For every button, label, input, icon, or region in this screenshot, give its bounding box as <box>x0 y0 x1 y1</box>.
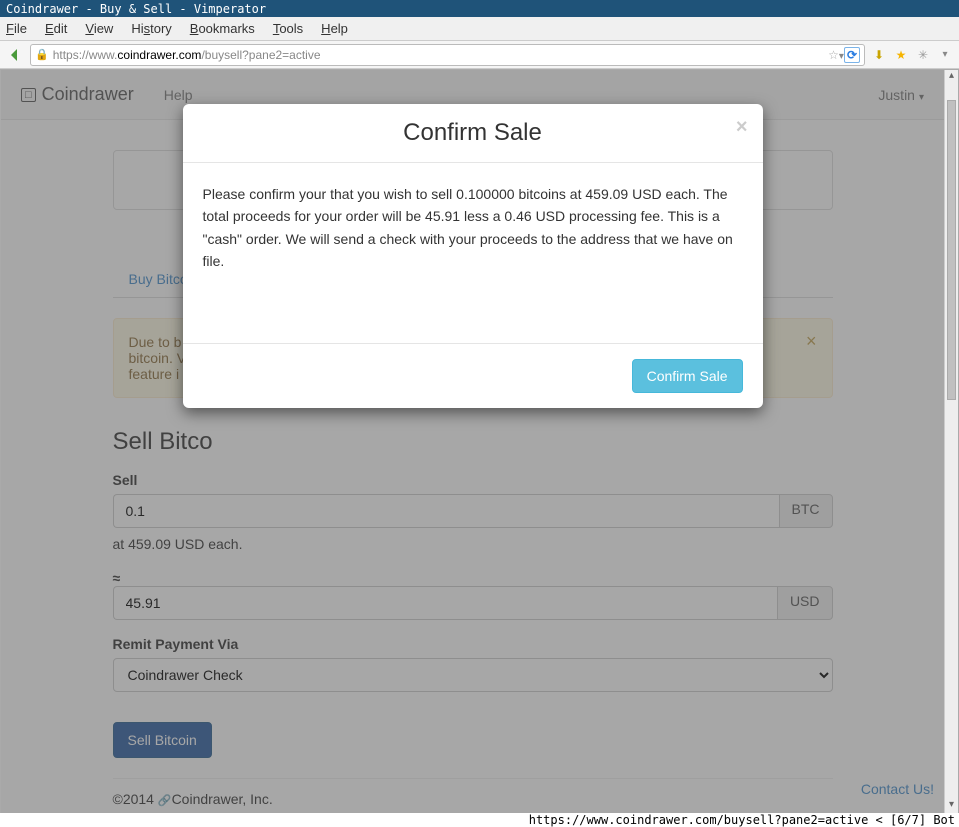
browser-menubar: File Edit View History Bookmarks Tools H… <box>0 17 959 41</box>
addon-icon[interactable] <box>915 47 931 63</box>
window-titlebar: Coindrawer - Buy & Sell - Vimperator <box>0 0 959 17</box>
modal-overlay[interactable]: × Confirm Sale Please confirm your that … <box>1 70 944 813</box>
vertical-scrollbar[interactable]: ▴ ▾ <box>944 70 958 813</box>
menu-edit[interactable]: Edit <box>45 21 67 36</box>
reload-icon[interactable] <box>844 47 860 63</box>
back-button[interactable] <box>6 46 24 64</box>
menu-view[interactable]: View <box>85 21 113 36</box>
menu-tools[interactable]: Tools <box>273 21 303 36</box>
modal-close-icon[interactable]: × <box>736 116 748 139</box>
confirm-sale-button[interactable]: Confirm Sale <box>632 359 743 393</box>
content-area: □ Coindrawer Help Justin Buy Bitco Due t… <box>0 69 959 814</box>
bookmark-star-icon[interactable] <box>893 47 909 63</box>
modal-body: Please confirm your that you wish to sel… <box>183 163 763 293</box>
menu-bookmarks[interactable]: Bookmarks <box>190 21 255 36</box>
url-path: /buysell?pane2=active <box>201 48 320 62</box>
lock-icon: 🔒 <box>35 48 49 61</box>
scroll-down-icon[interactable]: ▾ <box>945 799 958 813</box>
star-icon[interactable] <box>828 48 839 62</box>
menu-file[interactable]: File <box>6 21 27 36</box>
statusline-text: https://www.coindrawer.com/buysell?pane2… <box>529 813 955 827</box>
url-prefix: https://www. <box>53 48 118 62</box>
menu-history[interactable]: History <box>131 21 171 36</box>
scrollbar-thumb[interactable] <box>947 100 956 400</box>
browser-toolbar: 🔒 https://www.coindrawer.com/buysell?pan… <box>0 41 959 69</box>
modal-footer: Confirm Sale <box>183 343 763 408</box>
modal-header: × Confirm Sale <box>183 104 763 163</box>
menu-help[interactable]: Help <box>321 21 348 36</box>
vimperator-statusline: https://www.coindrawer.com/buysell?pane2… <box>0 813 959 827</box>
toolbar-menu-icon[interactable] <box>937 47 953 63</box>
download-icon[interactable] <box>871 47 887 63</box>
window-title: Coindrawer - Buy & Sell - Vimperator <box>6 2 266 16</box>
url-bar[interactable]: 🔒 https://www.coindrawer.com/buysell?pan… <box>30 44 865 66</box>
modal-title: Confirm Sale <box>203 119 743 147</box>
scroll-up-icon[interactable]: ▴ <box>945 70 958 84</box>
confirm-sale-modal: × Confirm Sale Please confirm your that … <box>183 104 763 408</box>
url-domain: coindrawer.com <box>117 48 201 62</box>
